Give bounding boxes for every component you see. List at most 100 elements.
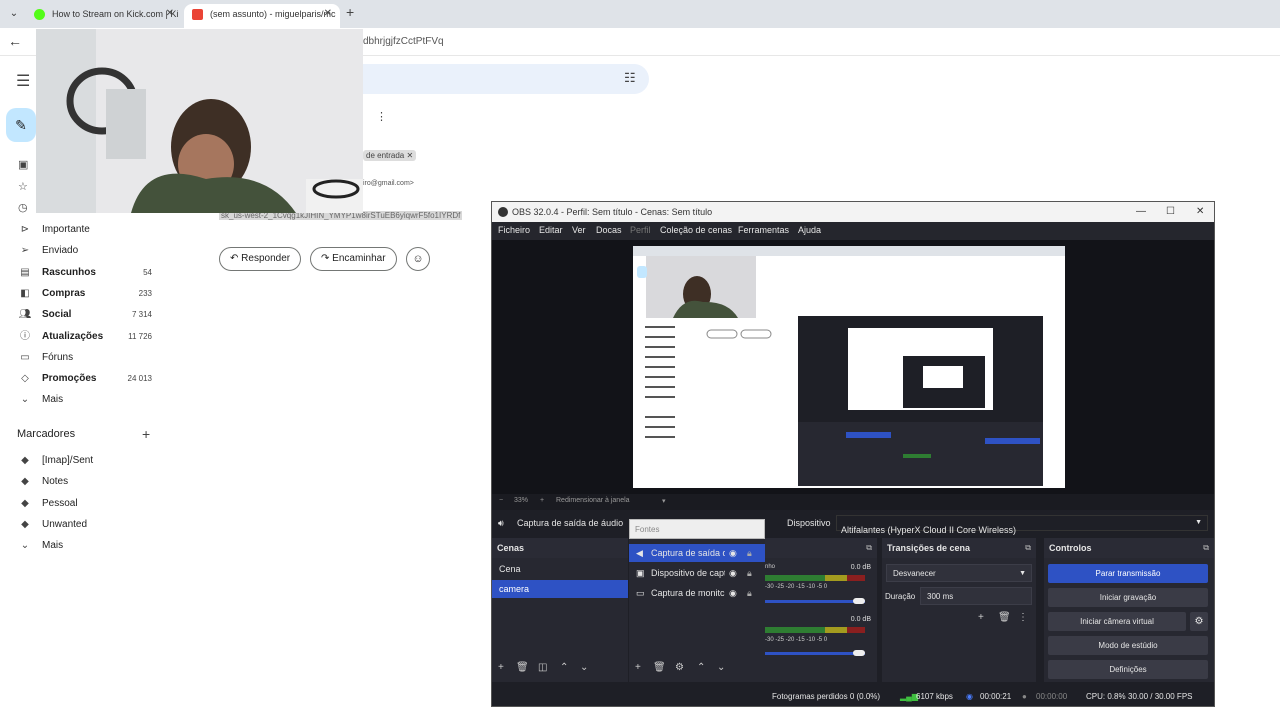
duration-input[interactable]: 300 ms [920,587,1032,605]
virtual-camera-settings-gear-icon[interactable]: ⚙ [1190,612,1208,631]
mixer-volume-knob-1[interactable] [853,598,865,604]
visibility-eye-icon[interactable]: ◉ [729,584,737,602]
undock-icon[interactable]: ⧉ [1025,538,1031,558]
tab-title: (sem assunto) - miguelparis/mc [210,9,336,19]
sidebar-item-label: Importante [42,224,90,235]
zoom-in-icon[interactable]: + [540,497,544,504]
move-up-icon[interactable]: ⌃ [560,662,568,673]
close-tab-icon[interactable]: ✕ [324,4,332,24]
label-item-0[interactable]: ◆ [Imap]/Sent [18,451,158,471]
sidebar-item-8[interactable]: ⌄ Mais [18,390,158,410]
undock-icon[interactable]: ⧉ [1203,538,1209,558]
zoom-out-icon[interactable]: − [499,497,503,504]
studio-mode-button[interactable]: Modo de estúdio [1048,636,1208,655]
maximize-icon[interactable]: ☐ [1166,202,1175,222]
move-up-icon[interactable]: ⌃ [697,662,705,673]
mixer-volume-knob-2[interactable] [853,650,865,656]
transition-dropdown[interactable]: Desvanecer ▼ [886,564,1032,582]
stream-status-icon: ◉ [966,692,973,701]
label-item-1[interactable]: ◆ Notes [18,472,158,492]
source-name: Captura de monitc [651,588,725,598]
tab-search-chevron-icon[interactable]: ⌄ [6,6,22,22]
close-tab-icon[interactable]: ✕ [166,4,174,24]
zoom-dropdown-icon[interactable]: ▾ [662,497,666,505]
reply-button[interactable]: ↶ Responder [219,247,302,271]
inbox-label-chip[interactable]: de entrada ✕ [363,150,417,161]
sidebar-item-2[interactable]: ▤ Rascunhos 54 [18,263,158,283]
menu-editar[interactable]: Editar [539,225,563,235]
lock-icon[interactable]: 🔒︎ [747,564,752,582]
lock-icon[interactable]: 🔒︎ [747,544,752,562]
label-item-2[interactable]: ◆ Pessoal [18,494,158,514]
remove-source-icon[interactable]: 🗑︎ [653,662,666,673]
main-menu-icon[interactable]: ☰ [16,71,30,91]
new-tab-icon[interactable]: + [346,4,354,20]
menu-perfil[interactable]: Perfil [630,225,651,235]
label-item-3[interactable]: ◆ Unwanted [18,515,158,535]
menu-colecao-cenas[interactable]: Coleção de cenas [660,225,732,235]
add-label-icon[interactable]: + [142,426,150,442]
filter-scene-icon[interactable]: ◫ [538,662,547,673]
controls-title: Controlos ⧉ [1044,538,1214,558]
add-source-icon[interactable]: + [635,662,641,673]
forward-button[interactable]: ↷ Encaminhar [310,247,397,271]
menu-ferramentas[interactable]: Ferramentas [738,225,789,235]
browser-tab-gmail[interactable]: (sem assunto) - miguelparis/mc ✕ [184,4,340,28]
search-box[interactable] [363,64,649,94]
scene-item-camera[interactable]: camera [492,580,628,598]
search-options-icon[interactable]: ☷ [624,70,636,86]
close-window-icon[interactable]: ✕ [1196,202,1204,222]
back-arrow-icon[interactable]: ← [8,33,22,49]
menu-ajuda[interactable]: Ajuda [798,225,821,235]
sidebar-item-0[interactable]: ⊳ Importante [18,220,158,240]
source-properties-gear-icon[interactable]: ⚙ [675,662,684,673]
menu-docas[interactable]: Docas [596,225,622,235]
source-item-audio-output[interactable]: ◀︎ Captura de saída d ◉ 🔒︎ [629,544,765,562]
more-options-icon[interactable]: ⋮ [376,110,387,123]
stream-preview-canvas[interactable] [633,246,1065,488]
emoji-react-button[interactable]: ☺ [406,247,430,271]
add-transition-icon[interactable]: + [978,612,984,623]
sidebar-item-7[interactable]: ◇ Promoções 24 013 [18,369,158,389]
visibility-eye-icon[interactable]: ◉ [729,564,737,582]
move-down-icon[interactable]: ⌄ [580,662,588,673]
transition-menu-icon[interactable]: ⋮ [1018,612,1028,623]
remove-scene-icon[interactable]: 🗑︎ [516,662,529,673]
star-icon[interactable]: ☆ [18,180,28,193]
mixer-volume-slider-2[interactable] [765,652,865,655]
menu-ver[interactable]: Ver [572,225,586,235]
inbox-icon[interactable]: ▣ [18,158,28,171]
start-recording-button[interactable]: Iniciar gravação [1048,588,1208,607]
move-down-icon[interactable]: ⌄ [717,662,725,673]
label-item-4[interactable]: ⌄ Mais [18,536,158,556]
sidebar-item-3[interactable]: ◧ Compras 233 [18,284,158,304]
sidebar-item-5[interactable]: ⓘ Atualizações 11 726 [18,327,158,347]
sidebar-item-1[interactable]: ➢ Enviado [18,241,158,261]
sidebar-item-6[interactable]: ▭ Fóruns [18,348,158,368]
lock-icon[interactable]: 🔒︎ [747,584,752,602]
device-dropdown[interactable]: Altifalantes (HyperX Cloud II Core Wirel… [836,515,1208,535]
resize-to-window-label[interactable]: Redimensionar à janela [556,497,630,504]
visibility-eye-icon[interactable]: ◉ [729,544,737,562]
sidebar-item-4[interactable]: 👥︎ Social 7 314 [18,305,158,325]
compose-button[interactable]: ✎ [6,108,36,142]
menu-ficheiro[interactable]: Ficheiro [498,225,530,235]
minimize-icon[interactable]: — [1136,202,1146,222]
webcam-person-image [36,29,363,213]
remove-transition-icon[interactable]: 🗑︎ [998,612,1011,623]
source-item-capture-device[interactable]: ▣ Dispositivo de capt ◉ 🔒︎ [629,564,765,582]
browser-tab-kick[interactable]: How to Stream on Kick.com | Ki ✕ [26,4,182,28]
bitrate: 6107 kbps [916,692,953,701]
settings-button[interactable]: Definições [1048,660,1208,679]
cpu-usage: CPU: 0.8% [1086,692,1126,701]
start-virtual-camera-button[interactable]: Iniciar câmera virtual [1048,612,1186,631]
stop-stream-button[interactable]: Parar transmissão [1048,564,1208,583]
add-scene-icon[interactable]: + [498,662,504,673]
gmail-favicon-icon [192,9,203,20]
mixer-volume-slider-1[interactable] [765,600,865,603]
undock-icon[interactable]: ⧉ [866,538,872,558]
url-text[interactable]: dbhrjgjfzCctPtFVq [363,36,444,47]
scene-item-cena[interactable]: Cena [492,560,628,578]
source-item-monitor-capture[interactable]: ▭ Captura de monitc ◉ 🔒︎ [629,584,765,602]
clock-icon[interactable]: ◷ [18,201,28,214]
